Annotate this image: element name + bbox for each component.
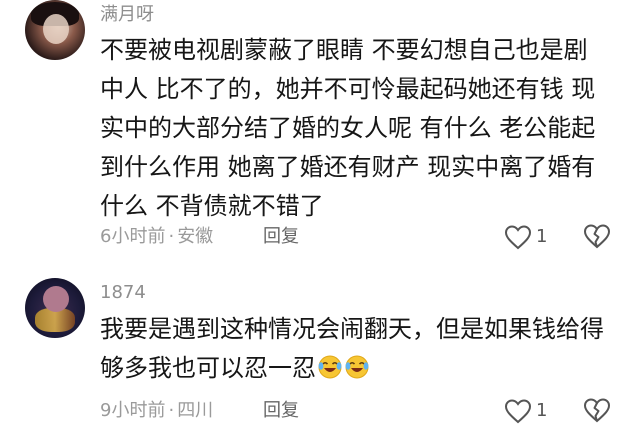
timestamp: 6小时前	[100, 226, 166, 247]
username[interactable]: 满月呀	[100, 4, 154, 26]
comment-line: 我要是遇到这种情况会闹翻天，但是如果钱给得	[100, 315, 604, 343]
avatar[interactable]	[25, 0, 85, 60]
heart-icon	[504, 399, 532, 424]
broken-heart-icon	[583, 398, 611, 423]
comment-line: 中人 比不了的，她并不可怜最起码她还有钱 现	[100, 75, 596, 103]
comment-meta: 9小时前 · 四川	[100, 399, 213, 423]
meta-separator: ·	[168, 226, 175, 247]
like-count: 1	[536, 400, 548, 421]
comment-line: 什么 不背债就不错了	[100, 192, 324, 220]
comment-item: 1874 我要是遇到这种情况会闹翻天，但是如果钱给得 够多我也可以忍一忍 9小时…	[0, 270, 640, 428]
comment-line-text: 够多我也可以忍一忍	[100, 354, 316, 382]
avatar-head	[43, 286, 69, 312]
dislike-button[interactable]	[583, 397, 611, 425]
comment-line: 不要被电视剧蒙蔽了眼睛 不要幻想自己也是剧	[100, 36, 588, 64]
heart-icon	[504, 225, 532, 250]
avatar[interactable]	[25, 278, 85, 338]
comment-meta: 6小时前 · 安徽	[100, 225, 213, 249]
like-count: 1	[536, 226, 548, 247]
dislike-button[interactable]	[583, 223, 611, 251]
reply-button[interactable]: 回复	[263, 399, 299, 423]
location: 安徽	[177, 226, 214, 247]
comment-item: 满月呀 不要被电视剧蒙蔽了眼睛 不要幻想自己也是剧 中人 比不了的，她并不可怜最…	[0, 0, 640, 262]
username[interactable]: 1874	[100, 282, 146, 304]
comment-text: 我要是遇到这种情况会闹翻天，但是如果钱给得 够多我也可以忍一忍	[100, 310, 620, 388]
laughing-tears-emoji	[345, 355, 369, 379]
like-button[interactable]: 1	[504, 223, 547, 251]
comment-line: 实中的大部分结了婚的女人呢 有什么 老公能起	[100, 114, 596, 142]
comment-text: 不要被电视剧蒙蔽了眼睛 不要幻想自己也是剧 中人 比不了的，她并不可怜最起码她还…	[100, 31, 620, 226]
avatar-face	[43, 14, 69, 44]
laughing-tears-emoji	[318, 355, 342, 379]
comment-line: 够多我也可以忍一忍	[100, 349, 620, 388]
comment-list: 满月呀 不要被电视剧蒙蔽了眼睛 不要幻想自己也是剧 中人 比不了的，她并不可怜最…	[0, 0, 640, 428]
reply-button[interactable]: 回复	[263, 225, 299, 249]
comment-line: 到什么作用 她离了婚还有财产 现实中离了婚有	[100, 153, 596, 181]
broken-heart-icon	[583, 224, 611, 249]
timestamp: 9小时前	[100, 400, 166, 421]
location: 四川	[177, 400, 214, 421]
meta-separator: ·	[168, 400, 175, 421]
like-button[interactable]: 1	[504, 397, 547, 425]
